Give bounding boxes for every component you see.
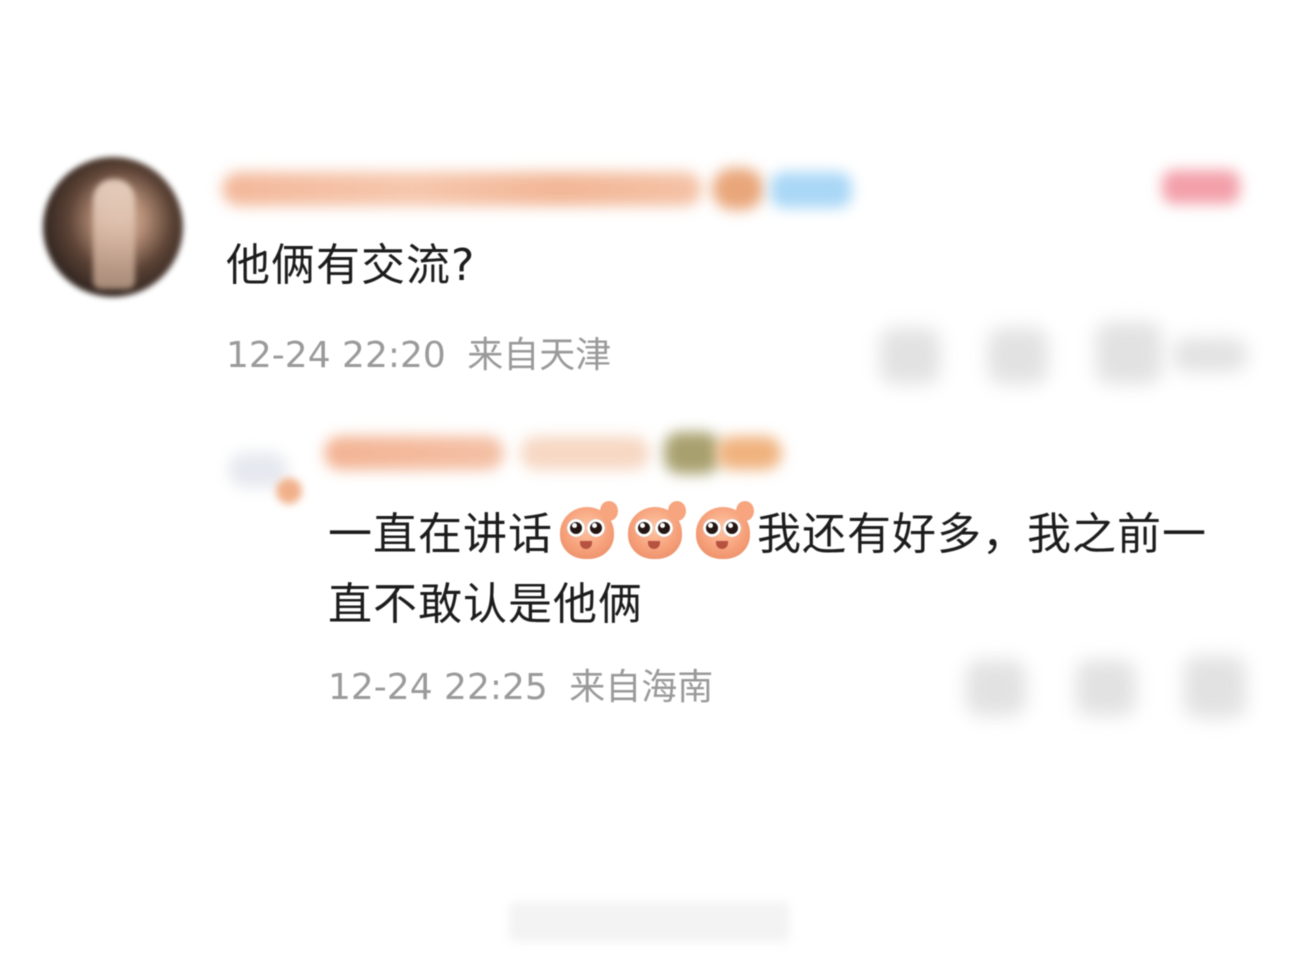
username-blurred[interactable] bbox=[222, 172, 702, 206]
shining-eyes-emoji bbox=[694, 501, 754, 559]
comment-icon[interactable] bbox=[988, 328, 1048, 384]
comment-icon[interactable] bbox=[1076, 660, 1136, 716]
username-emoji-blurred bbox=[712, 168, 764, 210]
avatar[interactable] bbox=[43, 157, 183, 297]
reply-username-blurred[interactable] bbox=[324, 436, 504, 470]
reply-badge-blurred bbox=[664, 432, 720, 474]
comment-meta: 12-24 22:20 来自天津 bbox=[226, 334, 611, 378]
shining-eyes-emoji bbox=[626, 501, 686, 559]
comment-text: 他俩有交流? bbox=[226, 240, 476, 291]
reply-timestamp: 12-24 22:25 bbox=[328, 667, 548, 708]
comment-location: 来自天津 bbox=[467, 335, 612, 376]
reply-location: 来自海南 bbox=[569, 667, 714, 708]
reply-username-suffix-blurred bbox=[520, 436, 650, 470]
comment-timestamp: 12-24 22:20 bbox=[226, 335, 446, 376]
reply-text-part1: 一直在讲话 bbox=[328, 509, 553, 560]
comment-thread: 他俩有交流? 12-24 22:20 来自天津 一直在讲话 我还有好多，我之前一直… bbox=[0, 0, 1290, 955]
watermark-blurred bbox=[510, 902, 790, 942]
share-icon[interactable] bbox=[966, 660, 1026, 716]
tag-badge-blurred bbox=[1162, 170, 1240, 204]
like-count-blurred bbox=[1172, 338, 1248, 372]
reply-avatar-badge-blurred bbox=[276, 478, 302, 504]
like-icon[interactable] bbox=[1096, 322, 1162, 384]
shining-eyes-emoji bbox=[558, 501, 618, 559]
reply-meta: 12-24 22:25 来自海南 bbox=[328, 666, 713, 710]
avatar-figure bbox=[93, 179, 135, 289]
like-icon[interactable] bbox=[1184, 656, 1246, 718]
reply-badge-2-blurred bbox=[716, 436, 782, 470]
vip-badge-blurred bbox=[770, 172, 852, 208]
share-icon[interactable] bbox=[880, 328, 940, 384]
reply-text: 一直在讲话 我还有好多，我之前一直不敢认是他俩 bbox=[328, 500, 1228, 640]
